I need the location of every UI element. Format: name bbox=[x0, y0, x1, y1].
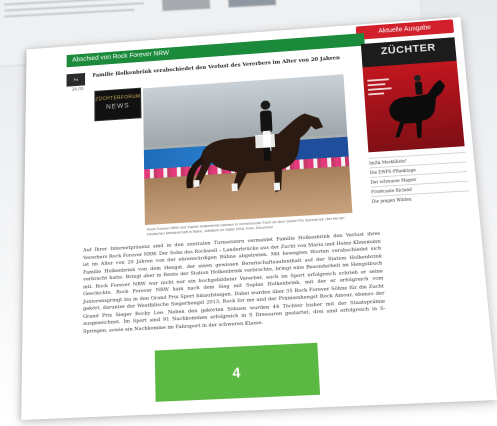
article-column: Abschied von Rock Forever NRW Fa 28.05 F… bbox=[65, 25, 373, 418]
news-logo-top: ZÜCHTERFORUM bbox=[95, 94, 140, 103]
sidebar-links: Im/In Merkliliste! Die EWPS-Pflanktage D… bbox=[369, 152, 470, 206]
cover-horse-icon bbox=[381, 69, 452, 144]
sidebar: ZÜCHTER Im/In Merkliliste! Die EWPS-Pfla… bbox=[361, 37, 470, 206]
cover-masthead: ZÜCHTER bbox=[361, 37, 456, 58]
magazine-page: Aktuelle Ausgabe Abschied von Rock Forev… bbox=[21, 17, 497, 420]
background-thumbnail bbox=[227, 0, 276, 8]
news-logo-bottom: NEWS bbox=[95, 102, 140, 111]
date-badge: Fa bbox=[67, 73, 86, 87]
date-text: 28.05 bbox=[67, 87, 89, 93]
background-thumbnail bbox=[161, 0, 210, 11]
page-number-badge[interactable]: 4 bbox=[155, 343, 320, 402]
article-body: Auf Ihrer Internetpräsenz sind in den ze… bbox=[83, 231, 386, 336]
horse-rider-icon bbox=[143, 74, 352, 225]
news-logo: ZÜCHTERFORUM NEWS bbox=[94, 88, 141, 122]
article-photo[interactable] bbox=[143, 74, 352, 225]
magazine-cover[interactable]: ZÜCHTER bbox=[361, 37, 465, 152]
